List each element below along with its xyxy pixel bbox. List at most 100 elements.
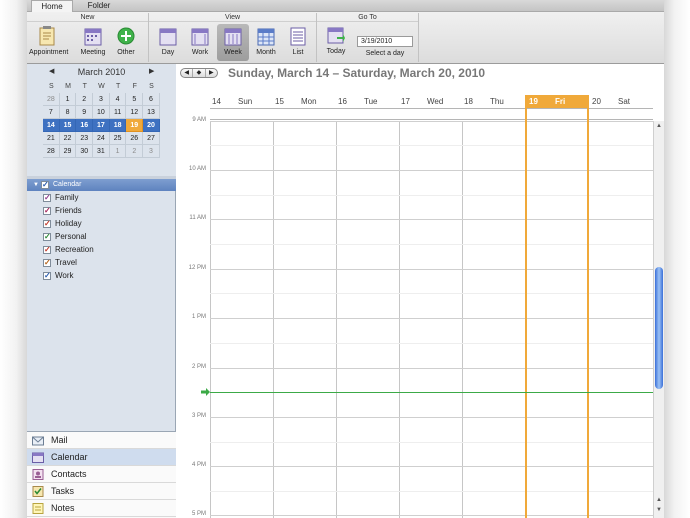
mini-calendar-day[interactable]: 13 — [143, 106, 160, 119]
day-header-mon[interactable]: 15 Mon — [271, 95, 334, 108]
mini-calendar-day[interactable]: 14 — [43, 119, 60, 132]
mini-calendar-day[interactable]: 9 — [76, 106, 94, 119]
mini-calendar-day[interactable]: 22 — [59, 132, 77, 145]
time-label: 10 AM — [188, 166, 206, 172]
mini-calendar-day[interactable]: 2 — [76, 93, 94, 106]
calendar-root-item[interactable]: ▼ ✓ Calendar — [27, 179, 176, 191]
holiday-checkbox[interactable]: ✓ — [43, 220, 51, 228]
day-header-sun[interactable]: 14 Sun — [208, 95, 271, 108]
mini-calendar-day[interactable]: 23 — [76, 132, 94, 145]
month-view-button[interactable]: Month — [251, 24, 281, 61]
week-range-title: Sunday, March 14 – Saturday, March 20, 2… — [228, 66, 486, 80]
week-label: Week — [224, 49, 242, 56]
module-contacts[interactable]: Contacts — [27, 466, 176, 483]
calendar-icon — [32, 452, 44, 463]
day-header-wed[interactable]: 17 Wed — [397, 95, 460, 108]
tab-folder[interactable]: Folder — [79, 0, 119, 12]
meeting-button[interactable]: Meeting — [75, 24, 111, 61]
mini-calendar-day[interactable]: 29 — [59, 145, 77, 158]
mini-calendar-day[interactable]: 27 — [143, 132, 160, 145]
work-checkbox[interactable]: ✓ — [43, 272, 51, 280]
module-notes[interactable]: Notes — [27, 500, 176, 517]
mini-calendar-day[interactable]: 5 — [126, 93, 144, 106]
friends-checkbox[interactable]: ✓ — [43, 207, 51, 215]
mini-calendar-day[interactable]: 20 — [143, 119, 160, 132]
time-label: 1 PM — [191, 314, 206, 320]
today-dot-button[interactable]: ◆ — [193, 69, 206, 77]
scrollbar-thumb[interactable] — [655, 267, 663, 389]
scroll-down-icon[interactable]: ▼ — [656, 507, 662, 513]
vertical-scrollbar[interactable]: ▲ ▲ ▼ — [653, 121, 664, 518]
personal-checkbox[interactable]: ✓ — [43, 233, 51, 241]
other-button[interactable]: Other — [111, 24, 141, 61]
mini-calendar-day[interactable]: 1 — [109, 145, 127, 158]
calendar-item-travel[interactable]: ✓ Travel — [27, 256, 176, 269]
mini-calendar-day[interactable]: 2 — [126, 145, 144, 158]
mini-calendar-day[interactable]: 16 — [76, 119, 94, 132]
today-button[interactable]: Today — [320, 23, 352, 60]
recreation-checkbox[interactable]: ✓ — [43, 246, 51, 254]
calendar-item-work[interactable]: ✓ Work — [27, 269, 176, 282]
mini-calendar-day[interactable]: 3 — [93, 93, 110, 106]
time-label: 4 PM — [191, 462, 206, 468]
mini-calendar-day[interactable]: 10 — [93, 106, 110, 119]
mini-calendar-day[interactable]: 7 — [43, 106, 60, 119]
list-view-button[interactable]: List — [283, 24, 313, 61]
module-mail[interactable]: Mail — [27, 432, 176, 449]
mini-calendar-day[interactable]: 11 — [109, 106, 127, 119]
mini-calendar-day[interactable]: 18 — [109, 119, 127, 132]
day-view-button[interactable]: Day — [153, 24, 183, 61]
mini-calendar-day[interactable]: 24 — [93, 132, 110, 145]
mini-calendar-day[interactable]: 26 — [126, 132, 144, 145]
mini-calendar-day[interactable]: 28 — [43, 145, 60, 158]
ribbon: New Appointment Meeting Other View Day W… — [27, 12, 664, 64]
appointment-button[interactable]: Appointment — [29, 24, 68, 61]
mini-calendar-day[interactable]: 15 — [59, 119, 77, 132]
mini-calendar-day[interactable]: 17 — [93, 119, 110, 132]
work-label: Work — [191, 49, 209, 56]
mini-calendar-day[interactable]: 31 — [93, 145, 110, 158]
day-header-sat[interactable]: 20 Sat — [588, 95, 653, 108]
list-label: List — [292, 49, 304, 56]
calendar-item-recreation[interactable]: ✓ Recreation — [27, 243, 176, 256]
mini-calendar-day[interactable]: 1 — [59, 93, 77, 106]
work-week-view-button[interactable]: Work — [185, 24, 215, 61]
calendar-item-holiday[interactable]: ✓ Holiday — [27, 217, 176, 230]
day-header-tue[interactable]: 16 Tue — [334, 95, 397, 108]
scroll-up-icon[interactable]: ▲ — [656, 123, 662, 129]
family-checkbox[interactable]: ✓ — [43, 194, 51, 202]
calendar-item-friends[interactable]: ✓ Friends — [27, 204, 176, 217]
module-tasks[interactable]: Tasks — [27, 483, 176, 500]
weekday-label: T — [115, 83, 121, 90]
go-to-date-field[interactable]: 3/19/2010 — [357, 36, 413, 47]
contacts-icon — [32, 469, 44, 480]
mini-calendar-day[interactable]: 8 — [59, 106, 77, 119]
scroll-up-icon[interactable]: ▲ — [656, 497, 662, 503]
calendar-item-family[interactable]: ✓ Family — [27, 191, 176, 204]
week-view-button[interactable]: Week — [217, 24, 249, 61]
mini-calendar-day[interactable]: 28 — [43, 93, 60, 106]
day-header-thu[interactable]: 18 Thu — [460, 95, 523, 108]
mini-calendar-day[interactable]: 3 — [143, 145, 160, 158]
mini-calendar-day[interactable]: 30 — [76, 145, 94, 158]
mini-calendar-day[interactable]: 6 — [143, 93, 160, 106]
mini-calendar-day[interactable]: 12 — [126, 106, 144, 119]
mini-calendar-day[interactable]: 21 — [43, 132, 60, 145]
calendar-root-checkbox[interactable]: ✓ — [41, 181, 49, 189]
mini-calendar-next-button[interactable]: ▶ — [149, 67, 154, 75]
weekday-label: S — [149, 83, 154, 90]
mini-calendar-day[interactable]: 4 — [109, 93, 127, 106]
day-name: Wed — [427, 97, 444, 106]
mini-calendar-today[interactable]: 19 — [126, 119, 144, 132]
module-calendar[interactable]: Calendar — [27, 449, 176, 466]
today-column-highlight — [525, 95, 589, 518]
disclosure-triangle-icon[interactable]: ▼ — [33, 182, 39, 188]
next-week-button[interactable]: ▶ — [206, 69, 217, 77]
calendar-item-personal[interactable]: ✓ Personal — [27, 230, 176, 243]
window-edge-right — [664, 0, 690, 518]
day-name: Thu — [490, 97, 504, 106]
travel-checkbox[interactable]: ✓ — [43, 259, 51, 267]
mini-calendar-day[interactable]: 25 — [109, 132, 127, 145]
previous-week-button[interactable]: ◀ — [181, 69, 194, 77]
day-column-separator — [336, 121, 337, 518]
